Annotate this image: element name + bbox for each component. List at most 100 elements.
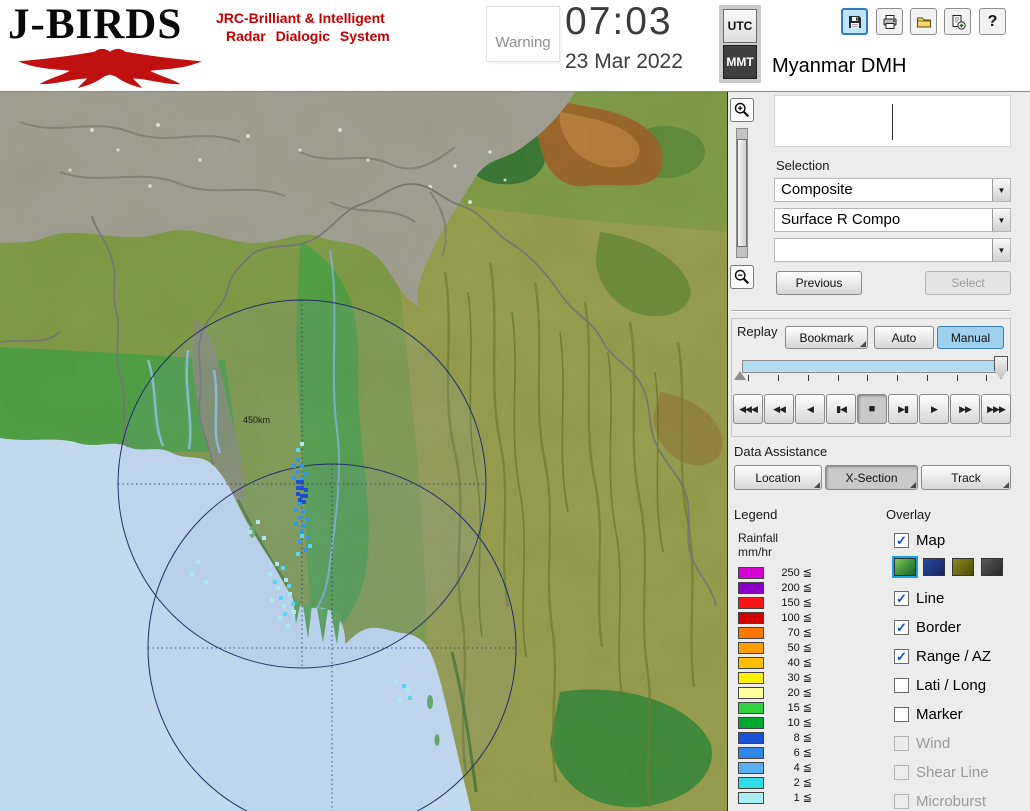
product-dropdown-1[interactable]: Composite ▼ — [774, 178, 1011, 202]
line-checkbox[interactable]: ✓ — [894, 591, 909, 606]
stop-button[interactable]: ■ — [857, 394, 887, 424]
legend-row: 40 ≦ — [738, 656, 812, 669]
legend-scale-label: 20 ≦ — [787, 687, 812, 699]
overlay-item-map: ✓ Map — [894, 532, 945, 549]
product-dropdown-2[interactable]: Surface R Compo ▼ — [774, 208, 1011, 232]
shear-line-checkbox — [894, 765, 909, 780]
legend-scale-label: 8 ≦ — [793, 732, 812, 744]
print-button[interactable] — [876, 8, 903, 35]
fast-rewind-button[interactable]: ◀◀◀ — [733, 394, 763, 424]
map-style-olive[interactable] — [952, 558, 974, 576]
legend-color-swatch — [738, 596, 764, 609]
wind-checkbox — [894, 736, 909, 751]
overlay-item-line: ✓ Line — [894, 590, 944, 607]
map-style-terrain-green[interactable] — [892, 556, 918, 578]
location-button-label: Location — [755, 470, 801, 485]
overlay-label: Lati / Long — [916, 677, 987, 694]
legend-row: 10 ≦ — [738, 716, 812, 729]
map-region: 450km — [0, 92, 727, 811]
product-dropdown-1-value: Composite — [781, 181, 853, 198]
replay-section-label: Replay — [737, 324, 778, 339]
menu-fold-icon — [814, 482, 820, 488]
status-display-divider — [892, 104, 893, 140]
menu-fold-icon — [860, 341, 866, 347]
zoom-out-button[interactable] — [730, 265, 754, 289]
overlay-label: Marker — [916, 706, 963, 723]
location-button[interactable]: Location — [734, 465, 822, 490]
range-az-checkbox[interactable]: ✓ — [894, 649, 909, 664]
legend-row: 50 ≦ — [738, 641, 812, 654]
legend-scale-label: 250 ≦ — [781, 567, 812, 579]
chevron-down-icon[interactable]: ▼ — [992, 209, 1010, 231]
legend-color-swatch — [738, 566, 764, 579]
chevron-down-icon[interactable]: ▼ — [992, 239, 1010, 261]
previous-button[interactable]: Previous — [776, 271, 862, 295]
menu-fold-icon — [910, 482, 916, 488]
legend-row: 250 ≦ — [738, 566, 812, 579]
timeline-tick — [808, 375, 809, 381]
export-image-button[interactable] — [944, 8, 971, 35]
check-icon: ✓ — [896, 649, 907, 664]
manual-mode-button[interactable]: Manual — [937, 326, 1004, 349]
logo-title: J-BIRDS — [8, 1, 183, 48]
bookmark-button[interactable]: Bookmark — [785, 326, 868, 349]
legend-unit-line1: Rainfall — [738, 531, 779, 545]
selection-section-label: Selection — [776, 158, 830, 173]
chevron-down-icon[interactable]: ▼ — [992, 179, 1010, 201]
utc-button[interactable]: UTC — [723, 9, 757, 43]
legend-scale-label: 6 ≦ — [793, 747, 812, 759]
product-dropdown-3[interactable]: ▼ — [774, 238, 1011, 262]
legend-scale-label: 50 ≦ — [787, 642, 812, 654]
open-folder-button[interactable] — [910, 8, 937, 35]
border-checkbox[interactable]: ✓ — [894, 620, 909, 635]
overlay-item-lati-long: Lati / Long — [894, 677, 986, 694]
play-button[interactable]: ▶ — [919, 394, 949, 424]
mmt-button[interactable]: MMT — [723, 45, 757, 79]
fast-forward-button[interactable]: ▶▶ — [950, 394, 980, 424]
radar-map-canvas[interactable]: 450km — [0, 92, 727, 811]
logo-tagline-1: JRC-Brilliant & Intelligent — [216, 10, 385, 26]
save-button[interactable] — [841, 8, 868, 35]
play-reverse-button[interactable]: ◀ — [795, 394, 825, 424]
legend-scale-label: 40 ≦ — [787, 657, 812, 669]
warning-label: Warning — [495, 34, 551, 51]
check-icon: ✓ — [896, 533, 907, 548]
track-button[interactable]: Track — [921, 465, 1011, 490]
map-checkbox[interactable]: ✓ — [894, 533, 909, 548]
warning-indicator[interactable]: Warning — [486, 6, 560, 62]
rewind-button[interactable]: ◀◀ — [764, 394, 794, 424]
replay-timeline-track[interactable] — [742, 360, 1001, 373]
zoom-out-icon — [734, 269, 750, 285]
legend-color-swatch — [738, 791, 764, 804]
overlay-item-range-az: ✓ Range / AZ — [894, 648, 991, 665]
help-button[interactable]: ? — [979, 8, 1006, 35]
help-icon: ? — [987, 12, 998, 30]
bookmark-button-label: Bookmark — [799, 330, 854, 345]
overlay-label: Border — [916, 619, 962, 636]
legend-unit-line2: mm/hr — [738, 545, 772, 559]
fastest-forward-button[interactable]: ▶▶▶ — [981, 394, 1011, 424]
legend-color-swatch — [738, 776, 764, 789]
select-button[interactable]: Select — [925, 271, 1011, 295]
track-button-label: Track — [951, 470, 981, 485]
legend-row: 6 ≦ — [738, 746, 812, 759]
step-back-button[interactable]: ▮◀ — [826, 394, 856, 424]
check-icon: ✓ — [896, 591, 907, 606]
step-forward-button[interactable]: ▶▮ — [888, 394, 918, 424]
map-style-dark[interactable] — [981, 558, 1003, 576]
overlay-label: Line — [916, 590, 945, 607]
x-section-button[interactable]: X-Section — [825, 465, 918, 490]
auto-mode-button[interactable]: Auto — [874, 326, 934, 349]
timeline-tick — [748, 375, 749, 381]
timeline-tick — [838, 375, 839, 381]
legend-color-swatch — [738, 701, 764, 714]
zoom-in-button[interactable] — [730, 98, 754, 122]
legend-scale-label: 15 ≦ — [787, 702, 812, 714]
export-image-icon — [952, 14, 966, 30]
lati-long-checkbox[interactable] — [894, 678, 909, 693]
marker-checkbox[interactable] — [894, 707, 909, 722]
map-style-navy[interactable] — [923, 558, 945, 576]
legend-row: 4 ≦ — [738, 761, 812, 774]
zoom-slider-thumb[interactable] — [737, 139, 747, 247]
overlay-item-shear-line: Shear Line — [894, 764, 989, 781]
